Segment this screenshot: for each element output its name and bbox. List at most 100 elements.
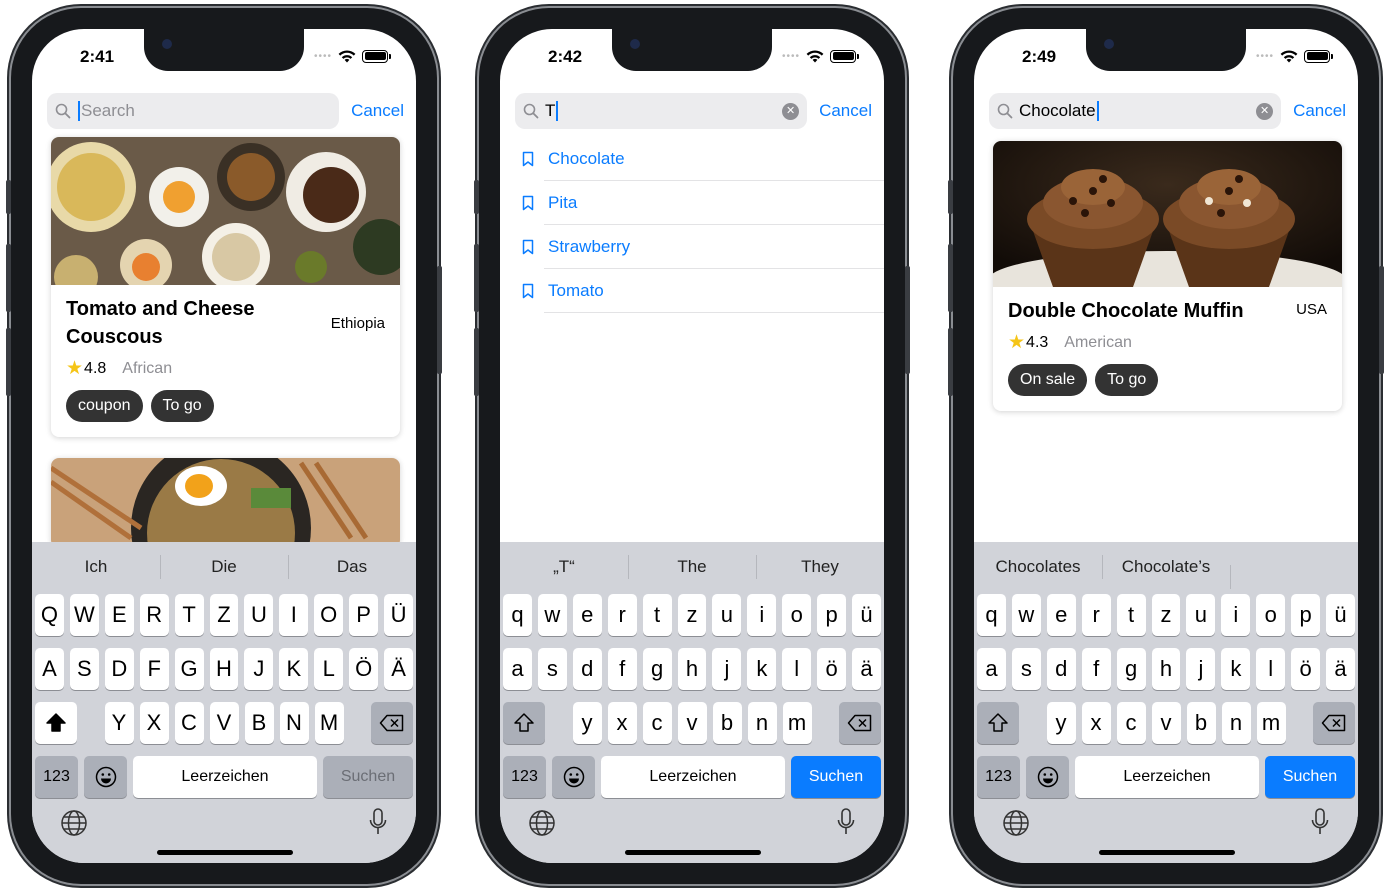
key[interactable]: j <box>1186 648 1216 690</box>
cancel-button[interactable]: Cancel <box>351 101 404 121</box>
key[interactable]: z <box>1151 594 1181 636</box>
key[interactable]: c <box>642 702 672 744</box>
key[interactable]: q <box>503 594 532 636</box>
key[interactable]: z <box>677 594 707 636</box>
space-key[interactable]: Leerzeichen <box>133 756 317 798</box>
key[interactable]: R <box>139 594 169 636</box>
key[interactable]: s <box>1011 648 1041 690</box>
key[interactable]: V <box>209 702 239 744</box>
key[interactable]: Y <box>104 702 134 744</box>
key[interactable]: P <box>349 594 379 636</box>
emoji-key[interactable] <box>552 756 595 798</box>
numbers-key[interactable]: 123 <box>503 756 546 798</box>
delete-key[interactable] <box>371 702 413 744</box>
shift-key[interactable] <box>503 702 545 744</box>
cancel-button[interactable]: Cancel <box>819 101 872 121</box>
globe-icon[interactable] <box>1002 809 1030 837</box>
key[interactable]: h <box>677 648 707 690</box>
suggestion-item[interactable]: Chocolate <box>500 137 884 181</box>
cancel-button[interactable]: Cancel <box>1293 101 1346 121</box>
prediction-item[interactable]: Das <box>288 555 416 579</box>
suggestion-item[interactable]: Strawberry <box>500 225 884 269</box>
key[interactable]: F <box>139 648 169 690</box>
key[interactable]: H <box>209 648 239 690</box>
key[interactable]: N <box>279 702 309 744</box>
recipe-card[interactable]: Double Chocolate Muffin USA ★ 4.3 Americ… <box>993 141 1342 411</box>
prediction-item[interactable]: They <box>756 555 884 579</box>
key[interactable]: f <box>1081 648 1111 690</box>
key[interactable]: L <box>314 648 344 690</box>
key[interactable]: w <box>1011 594 1041 636</box>
key[interactable]: E <box>104 594 134 636</box>
microphone-icon[interactable] <box>368 807 388 837</box>
key[interactable]: U <box>244 594 274 636</box>
key[interactable]: ä <box>1326 648 1355 690</box>
key[interactable]: Z <box>209 594 239 636</box>
key[interactable]: ü <box>1326 594 1355 636</box>
key[interactable]: r <box>607 594 637 636</box>
key[interactable]: w <box>537 594 567 636</box>
key[interactable]: e <box>1046 594 1076 636</box>
search-input[interactable]: Chocolate ✕ <box>989 93 1282 129</box>
recipe-card[interactable]: Tomato and Cheese Couscous Ethiopia ★ 4.… <box>51 137 400 437</box>
key[interactable]: h <box>1151 648 1181 690</box>
key[interactable]: b <box>1186 702 1216 744</box>
key[interactable]: p <box>817 594 847 636</box>
key[interactable]: c <box>1116 702 1146 744</box>
prediction-item[interactable]: Die <box>160 555 288 579</box>
key[interactable]: ö <box>1291 648 1321 690</box>
emoji-key[interactable] <box>84 756 127 798</box>
key[interactable]: b <box>712 702 742 744</box>
key[interactable]: m <box>782 702 812 744</box>
search-input[interactable]: Search <box>47 93 340 129</box>
key[interactable]: a <box>503 648 532 690</box>
key[interactable]: a <box>977 648 1006 690</box>
key[interactable]: x <box>607 702 637 744</box>
key[interactable]: j <box>712 648 742 690</box>
key[interactable]: Q <box>35 594 64 636</box>
microphone-icon[interactable] <box>1310 807 1330 837</box>
key[interactable]: s <box>537 648 567 690</box>
home-indicator[interactable] <box>625 850 761 855</box>
key[interactable]: i <box>1221 594 1251 636</box>
key[interactable]: S <box>69 648 99 690</box>
key[interactable]: ü <box>852 594 881 636</box>
numbers-key[interactable]: 123 <box>977 756 1020 798</box>
key[interactable]: y <box>572 702 602 744</box>
clear-icon[interactable]: ✕ <box>782 103 800 120</box>
prediction-item[interactable]: Chocolates <box>974 557 1102 577</box>
key[interactable]: e <box>572 594 602 636</box>
key[interactable]: d <box>572 648 602 690</box>
key[interactable]: O <box>314 594 344 636</box>
home-indicator[interactable] <box>1099 850 1235 855</box>
clear-icon[interactable]: ✕ <box>1256 103 1274 120</box>
key[interactable]: W <box>69 594 99 636</box>
key[interactable]: B <box>244 702 274 744</box>
search-key[interactable]: Suchen <box>323 756 413 798</box>
microphone-icon[interactable] <box>836 807 856 837</box>
globe-icon[interactable] <box>60 809 88 837</box>
prediction-item[interactable]: Chocolate’s <box>1102 555 1230 579</box>
key[interactable]: D <box>104 648 134 690</box>
suggestion-item[interactable]: Tomato <box>500 269 884 313</box>
recipe-card[interactable] <box>51 458 400 548</box>
space-key[interactable]: Leerzeichen <box>601 756 785 798</box>
key[interactable]: d <box>1046 648 1076 690</box>
search-key[interactable]: Suchen <box>791 756 881 798</box>
key[interactable]: ä <box>852 648 881 690</box>
globe-icon[interactable] <box>528 809 556 837</box>
prediction-item[interactable]: Ich <box>32 557 160 577</box>
key[interactable]: C <box>174 702 204 744</box>
key[interactable]: k <box>747 648 777 690</box>
space-key[interactable]: Leerzeichen <box>1075 756 1259 798</box>
key[interactable]: g <box>1116 648 1146 690</box>
key[interactable]: o <box>1256 594 1286 636</box>
key[interactable]: J <box>244 648 274 690</box>
delete-key[interactable] <box>839 702 881 744</box>
key[interactable]: n <box>1221 702 1251 744</box>
key[interactable]: y <box>1046 702 1076 744</box>
key[interactable]: m <box>1256 702 1286 744</box>
key[interactable]: I <box>279 594 309 636</box>
key[interactable]: K <box>279 648 309 690</box>
shift-key[interactable] <box>35 702 77 744</box>
